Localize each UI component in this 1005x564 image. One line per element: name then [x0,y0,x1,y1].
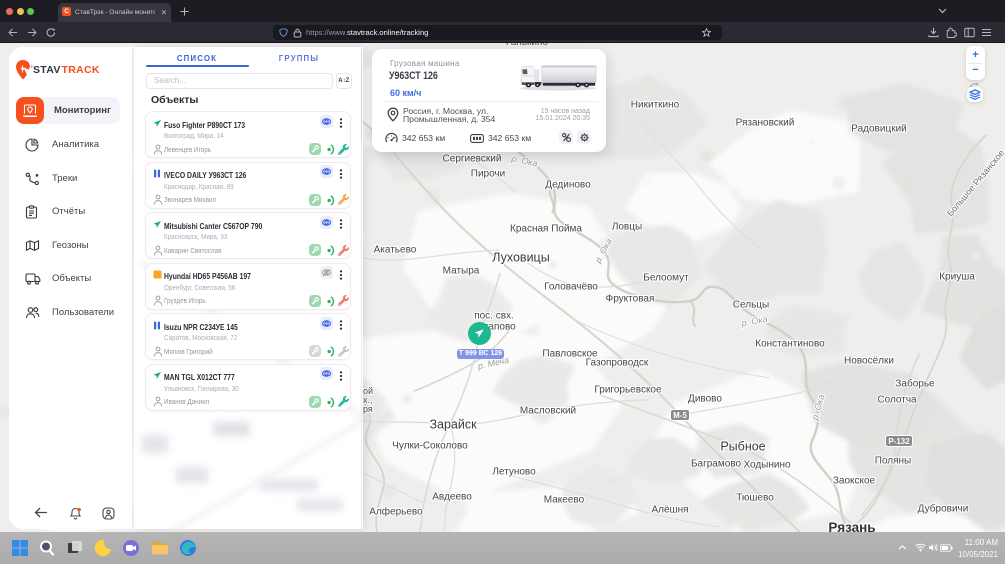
svg-text:Р-132: Р-132 [888,437,910,446]
svg-text:Дединово: Дединово [545,180,591,191]
svg-text:Сельцы: Сельцы [733,300,769,311]
svg-text:Белоомут: Белоомут [643,273,689,284]
svg-text:Ловцы: Ловцы [612,222,642,233]
svg-text:Алёшня: Алёшня [651,505,688,516]
svg-text:Дивово: Дивово [688,394,722,405]
svg-text:Матыра: Матыра [443,266,480,277]
svg-text:Солотча: Солотча [877,395,917,406]
svg-text:STAV: STAV [33,64,61,76]
svg-text:Криуша: Криуша [939,272,975,283]
svg-text:Зарайск: Зарайск [429,417,477,431]
svg-text:Летуново: Летуново [492,467,536,478]
svg-text:Алферьево: Алферьево [369,506,423,518]
svg-text:Акатьево: Акатьево [374,245,417,256]
svg-text:Радовицкий: Радовицкий [851,124,906,135]
svg-text:Пирочи: Пирочи [471,169,505,180]
svg-text:TRACK: TRACK [62,64,100,76]
svg-text:Ганькино: Ганькино [506,43,549,48]
svg-text:Рязановский: Рязановский [736,118,795,129]
svg-text:Газопроводск: Газопроводск [586,358,649,369]
svg-text:Поляны: Поляны [875,456,912,467]
svg-text:Заборье: Заборье [895,378,935,390]
svg-text:Головачёво: Головачёво [544,282,598,293]
svg-text:пос. свх.: пос. свх. [474,311,514,322]
svg-text:Чулки-Соколово: Чулки-Соколово [392,441,468,452]
svg-text:Рязань: Рязань [828,520,875,532]
svg-text:Красная Пойма: Красная Пойма [510,224,582,235]
svg-text:Дубровичи: Дубровичи [918,503,969,515]
svg-text:Луховицы: Луховицы [492,250,549,264]
svg-text:Сергиевский: Сергиевский [443,154,502,165]
svg-text:Новосёлки: Новосёлки [844,356,894,367]
svg-text:Григорьевское: Григорьевское [594,385,662,396]
svg-text:Фруктовая: Фруктовая [606,294,655,305]
svg-text:Рыбное: Рыбное [720,439,765,453]
svg-text:М-5: М-5 [673,411,687,420]
svg-text:ря: ря [363,404,373,414]
svg-text:Масловский: Масловский [520,406,576,417]
svg-text:Тюшево: Тюшево [736,493,774,504]
svg-text:Заокское: Заокское [833,476,876,487]
svg-text:Авдеево: Авдеево [432,492,472,503]
svg-text:Баграмово: Баграмово [691,459,742,470]
svg-text:Макеево: Макеево [544,495,585,506]
svg-text:Константиново: Константиново [755,339,825,350]
svg-text:Никиткино: Никиткино [631,100,680,111]
svg-text:Ходынино: Ходынино [743,460,791,471]
